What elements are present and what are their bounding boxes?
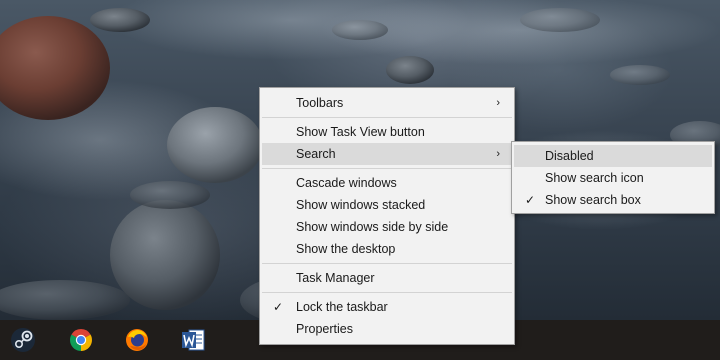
firefox-icon[interactable] — [121, 324, 153, 356]
menu-item-label: Lock the taskbar — [296, 300, 388, 314]
steam-icon[interactable] — [7, 324, 39, 356]
menu-item-label: Toolbars — [296, 96, 344, 110]
menu-item-lock-the-taskbar[interactable]: ✓ Lock the taskbar — [262, 296, 512, 318]
menu-item-label: Show the desktop — [296, 242, 396, 256]
menu-item-toolbars[interactable]: Toolbars › — [262, 92, 512, 114]
checkmark-icon: ✓ — [273, 300, 284, 314]
menu-item-label: Task Manager — [296, 271, 375, 285]
menu-item-label: Show search icon — [545, 171, 644, 185]
menu-item-label: Show search box — [545, 193, 641, 207]
menu-item-properties[interactable]: Properties — [262, 318, 512, 340]
menu-separator — [262, 117, 512, 118]
menu-separator — [262, 263, 512, 264]
taskbar-context-menu: Toolbars › Show Task View button Search … — [259, 87, 515, 345]
submenu-item-disabled[interactable]: Disabled — [514, 145, 712, 167]
menu-item-label: Properties — [296, 322, 353, 336]
menu-item-label: Show windows side by side — [296, 220, 449, 234]
submenu-item-show-search-icon[interactable]: Show search icon — [514, 167, 712, 189]
word-icon[interactable] — [177, 324, 209, 356]
menu-item-label: Disabled — [545, 149, 594, 163]
menu-item-show-windows-side-by-side[interactable]: Show windows side by side — [262, 216, 512, 238]
chrome-icon[interactable] — [65, 324, 97, 356]
menu-item-search[interactable]: Search › — [262, 143, 512, 165]
menu-item-label: Search — [296, 147, 336, 161]
submenu-item-show-search-box[interactable]: ✓ Show search box — [514, 189, 712, 211]
menu-item-task-manager[interactable]: Task Manager — [262, 267, 512, 289]
menu-item-label: Show Task View button — [296, 125, 425, 139]
search-submenu: Disabled Show search icon ✓ Show search … — [511, 141, 715, 214]
menu-item-label: Show windows stacked — [296, 198, 426, 212]
menu-item-cascade-windows[interactable]: Cascade windows — [262, 172, 512, 194]
chevron-right-icon: › — [496, 148, 500, 160]
menu-item-show-the-desktop[interactable]: Show the desktop — [262, 238, 512, 260]
chevron-right-icon: › — [496, 97, 500, 109]
menu-item-show-windows-stacked[interactable]: Show windows stacked — [262, 194, 512, 216]
checkmark-icon: ✓ — [525, 193, 536, 207]
menu-item-label: Cascade windows — [296, 176, 397, 190]
menu-separator — [262, 168, 512, 169]
menu-separator — [262, 292, 512, 293]
menu-item-show-task-view-button[interactable]: Show Task View button — [262, 121, 512, 143]
